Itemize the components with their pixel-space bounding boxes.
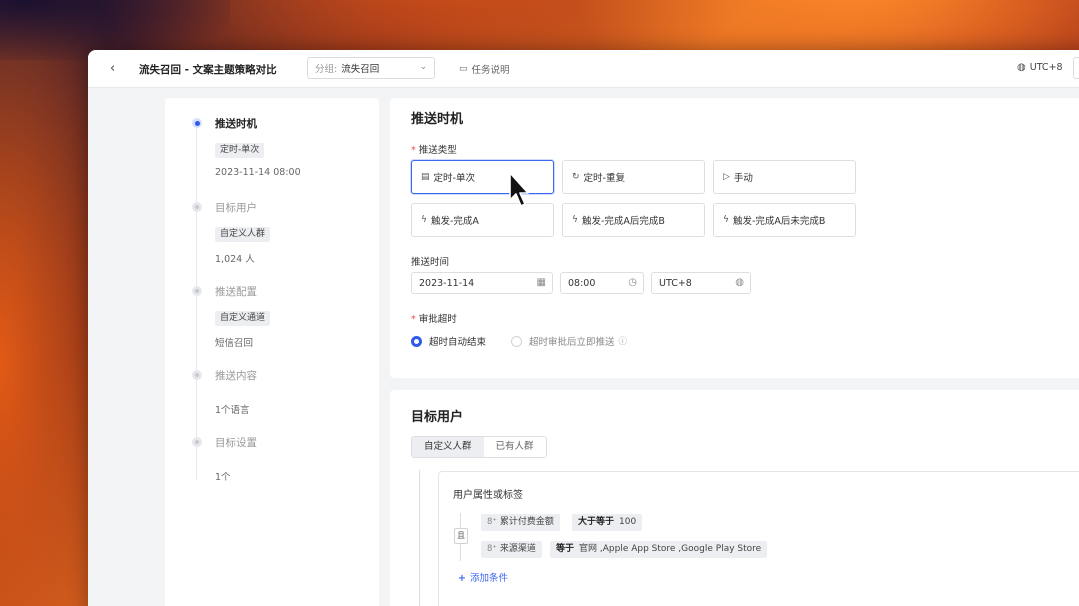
target-users-title: 目标用户 [411,410,464,425]
chevron-left-icon[interactable]: ‹ [110,61,115,76]
bolt-icon: ϟ [572,215,578,225]
chevron-down-icon: ⌄ [419,62,427,72]
comment-icon: ▭ [459,64,468,74]
cursor-icon: ▷ [723,172,730,182]
task-description-label: 任务说明 [471,65,510,76]
steps-connector-line [196,125,197,480]
condition-operator-chip[interactable]: 等于 官网 ,Apple App Store ,Google Play Store [550,541,768,558]
calendar-icon: ▤ [421,172,430,182]
step-dot-push-content [192,370,202,380]
push-type-scheduled-once[interactable]: ▤ 定时-单次 [411,160,554,194]
globe-icon: ◍ [735,277,744,288]
push-type-trigger-a-not-b[interactable]: ϟ 触发-完成A后未完成B [713,203,856,237]
push-type-label: * 推送类型 [411,145,457,156]
globe-icon: ◍ [1017,62,1026,73]
push-timezone-input[interactable]: UTC+8 ◍ [651,272,751,294]
approval-timeout-label: * 审批超时 [411,314,457,325]
step-dot-target-users [192,202,202,212]
group-select-value: 流失召回 [341,64,380,75]
radio-auto-end[interactable]: 超时自动结束 [411,334,486,348]
step-push-config[interactable]: 推送配置 [215,284,257,299]
step-dot-goal-settings [192,437,202,447]
app-window: ‹ 流失召回 - 文案主题策略对比 分组: 流失召回 ⌄ ▭ 任务说明 ◍ UT… [88,50,1079,606]
push-date-input[interactable]: 2023-11-14 ▦ [411,272,553,294]
top-bar: ‹ 流失召回 - 文案主题策略对比 分组: 流失召回 ⌄ ▭ 任务说明 ◍ UT… [88,50,1079,88]
condition-field-chip[interactable]: 8⁺ 来源渠道 [481,541,542,558]
push-type-scheduled-repeat[interactable]: ↻ 定时-重复 [562,160,705,194]
radio-push-after-approval[interactable]: 超时审批后立即推送 ⓘ [511,334,627,348]
push-timing-card: 推送时机 * 推送类型 ▤ 定时-单次 ↻ 定时-重复 ▷ 手动 ϟ 触发-完成A… [390,98,1079,378]
step-push-content-sub: 1个语言 [215,405,250,416]
push-type-trigger-a[interactable]: ϟ 触发-完成A [411,203,554,237]
push-time-label: 推送时间 [411,257,450,268]
push-timing-title: 推送时机 [411,112,464,127]
step-goal-settings-sub: 1个 [215,472,231,483]
add-condition-button[interactable]: + 添加条件 [458,570,508,584]
step-target-users[interactable]: 目标用户 [215,200,257,215]
condition-field-chip[interactable]: 8⁺ 累计付费金额 [481,514,560,531]
inner-and-toggle[interactable]: 且 [454,528,468,544]
info-icon: ⓘ [618,337,628,347]
group-select[interactable]: 分组: 流失召回 ⌄ [307,57,435,79]
condition-group-title: 用户属性或标签 [453,490,523,501]
step-target-users-sub: 1,024 人 [215,254,255,265]
timezone-label: UTC+8 [1029,62,1063,73]
push-type-trigger-a-then-b[interactable]: ϟ 触发-完成A后完成B [562,203,705,237]
timezone-indicator[interactable]: ◍ UTC+8 [1017,62,1063,73]
condition-operator-chip[interactable]: 大于等于 100 [572,514,643,531]
mouse-pointer-icon [509,172,529,207]
user-attribute-icon: 8⁺ [487,544,497,554]
outer-logic-line [419,470,420,606]
step-dot-push-timing [192,118,202,128]
toolbar-extra-button[interactable] [1073,57,1079,79]
radio-circle-checked [411,335,422,347]
segment-custom-audience[interactable]: 自定义人群 [412,437,484,457]
step-push-content[interactable]: 推送内容 [215,368,257,383]
segment-existing-audience[interactable]: 已有人群 [483,437,546,457]
step-push-config-sub: 短信召回 [215,338,254,349]
calendar-icon: ▦ [536,277,546,288]
bolt-icon: ϟ [723,215,729,225]
step-push-config-tag: 自定义通道 [215,311,271,326]
page-title: 流失召回 - 文案主题策略对比 [139,64,277,76]
step-dot-push-config [192,286,202,296]
bolt-icon: ϟ [421,215,427,225]
push-time-input[interactable]: 08:00 ◷ [560,272,644,294]
step-push-timing[interactable]: 推送时机 [215,116,257,131]
step-target-users-tag: 自定义人群 [215,227,271,242]
condition-group: 用户属性或标签 且 8⁺ 累计付费金额 大于等于 100 8⁺ 来源渠道 等于 官网 ,… [438,471,1079,606]
push-type-manual[interactable]: ▷ 手动 [713,160,856,194]
plus-icon: + [458,573,466,584]
steps-panel: 推送时机 定时-单次 2023-11-14 08:00 目标用户 自定义人群 1… [165,98,379,606]
audience-segmented-control: 自定义人群 已有人群 [411,436,547,458]
step-push-timing-sub: 2023-11-14 08:00 [215,167,301,178]
task-description-link[interactable]: ▭ 任务说明 [459,62,510,76]
clock-icon: ◷ [628,277,637,288]
group-select-label: 分组: [315,64,338,75]
step-push-timing-tag: 定时-单次 [215,143,265,158]
radio-circle-unchecked [511,335,522,347]
repeat-icon: ↻ [572,172,580,182]
user-attribute-icon: 8⁺ [487,517,497,527]
step-goal-settings[interactable]: 目标设置 [215,435,257,450]
target-users-card: 目标用户 自定义人群 已有人群 且 用户属性或标签 且 8⁺累计付费金额 大于等… [390,390,1079,606]
